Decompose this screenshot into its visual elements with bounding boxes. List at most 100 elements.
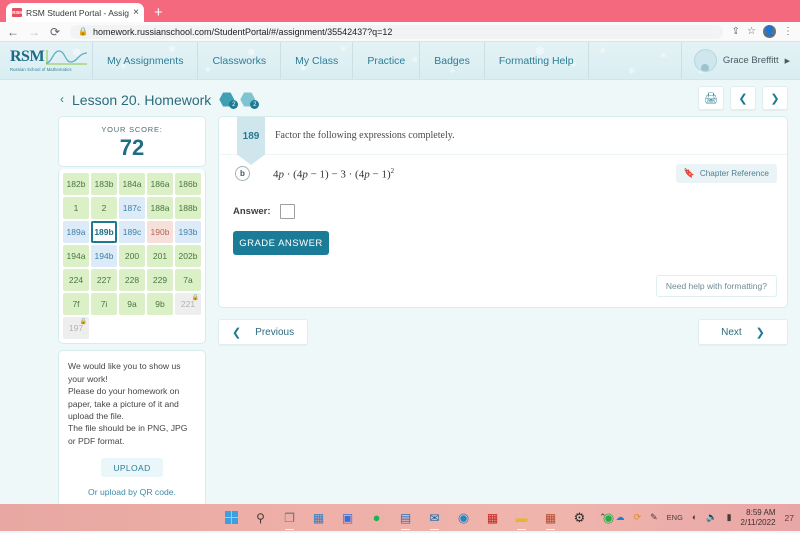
qr-upload-link[interactable]: Or upload by QR code. xyxy=(68,487,196,497)
battery-icon[interactable]: ▮ xyxy=(727,513,732,522)
nav-item-formatting-help[interactable]: Formatting Help xyxy=(483,42,588,79)
problem-cell-182b[interactable]: 182b xyxy=(63,173,89,196)
share-icon[interactable]: ⇪ xyxy=(732,26,740,37)
problem-cell-224[interactable]: 224 xyxy=(63,269,89,292)
close-icon[interactable]: × xyxy=(133,7,139,18)
user-menu[interactable]: Grace Breffitt ▶ xyxy=(680,42,800,79)
badge-icon-2[interactable]: 2 xyxy=(240,91,260,109)
pen-icon[interactable]: ✎ xyxy=(650,513,658,522)
problem-cell-227[interactable]: 227 xyxy=(91,269,117,292)
upload-instruction-line: The file should be in PNG, JPG or PDF fo… xyxy=(68,423,188,446)
problem-cell-184a[interactable]: 184a xyxy=(119,173,145,196)
problem-cell-190b[interactable]: 190b xyxy=(147,221,173,244)
problem-cell-7i[interactable]: 7i xyxy=(91,293,117,316)
problem-cell-193b[interactable]: 193b xyxy=(175,221,201,244)
problem-cell-188b[interactable]: 188b xyxy=(175,197,201,220)
problem-cell-189a[interactable]: 189a xyxy=(63,221,89,244)
upload-instruction-line: We would like you to show us your work! xyxy=(68,361,181,384)
problem-cell-187c[interactable]: 187c xyxy=(119,197,145,220)
problem-cell-200[interactable]: 200 xyxy=(119,245,145,268)
problem-cell-188a[interactable]: 188a xyxy=(147,197,173,220)
site-navigation: ❄ ❄ ❄ ❄ ❄ ❄ ❄ ❄ ❄ ❄ ❄ ❄ ❄ ❄ ❄ RSM Russia… xyxy=(0,42,800,80)
settings-icon[interactable]: ⚙ xyxy=(572,510,587,525)
bookmark-star-icon[interactable]: ☆ xyxy=(747,26,756,37)
problem-cell-label: 1 xyxy=(73,203,79,214)
problem-cell-202b[interactable]: 202b xyxy=(175,245,201,268)
problem-cell-189c[interactable]: 189c xyxy=(119,221,145,244)
problem-cell-label: 229 xyxy=(152,275,168,286)
onedrive-icon[interactable]: ☁ xyxy=(616,513,625,522)
problem-cell-1[interactable]: 1 xyxy=(63,197,89,220)
volume-icon[interactable]: 🔈 xyxy=(706,513,717,522)
problem-cell-9a[interactable]: 9a xyxy=(119,293,145,316)
browser-menu-icon[interactable]: ⋮ xyxy=(783,26,793,37)
previous-button[interactable]: ❮ Previous xyxy=(218,319,308,345)
problem-cell-label: 186b xyxy=(178,179,198,190)
reload-icon[interactable]: ⟳ xyxy=(49,26,61,38)
lesson-badges: 2 2 xyxy=(219,91,260,109)
problem-cell-229[interactable]: 229 xyxy=(147,269,173,292)
problem-cell-9b[interactable]: 9b xyxy=(147,293,173,316)
problem-cell-201[interactable]: 201 xyxy=(147,245,173,268)
adobe-acrobat-icon[interactable]: ▦ xyxy=(485,510,500,525)
edge-icon[interactable]: ◉ xyxy=(456,510,471,525)
browser-tab-strip: RSM RSM Student Portal - Assignment × + xyxy=(0,0,800,22)
formatting-help-button[interactable]: Need help with formatting? xyxy=(655,275,777,297)
forward-icon[interactable]: → xyxy=(28,26,40,38)
problem-cell-label: 189b xyxy=(94,227,114,238)
problem-cell-183b[interactable]: 183b xyxy=(91,173,117,196)
sync-icon[interactable]: ⟳ xyxy=(634,513,642,522)
problem-grid: 182b 183b 184a 186a 186b 1 2 187c 188a 188b 189a 18… xyxy=(58,169,206,345)
nav-item-badges[interactable]: Badges xyxy=(419,42,484,79)
problem-cell-label: 200 xyxy=(124,251,140,262)
prev-assignment-icon[interactable]: ❮ xyxy=(730,86,756,110)
address-bar[interactable]: 🔒 homework.russianschool.com/StudentPort… xyxy=(70,24,723,39)
language-indicator[interactable]: ENG xyxy=(667,514,683,522)
office-icon[interactable]: ▦ xyxy=(543,510,558,530)
file-explorer-icon[interactable]: ▬ xyxy=(514,510,529,530)
rsm-logo[interactable]: RSM Russian School of Mathematics xyxy=(0,42,92,79)
task-view-icon[interactable]: ❐ xyxy=(282,510,297,530)
problem-cell-194b[interactable]: 194b xyxy=(91,245,117,268)
browser-profile-avatar[interactable]: 👤 xyxy=(763,25,776,38)
print-icon[interactable]: 🖨 xyxy=(698,86,724,110)
problem-cell-189b[interactable]: 189b xyxy=(91,221,117,244)
score-label: YOUR SCORE: xyxy=(101,125,163,134)
upload-button[interactable]: UPLOAD xyxy=(101,458,163,478)
nav-item-practice[interactable]: Practice xyxy=(352,42,419,79)
spotify-icon[interactable]: ● xyxy=(369,510,384,525)
new-tab-icon[interactable]: + xyxy=(154,5,163,20)
notification-count[interactable]: 27 xyxy=(785,513,794,523)
widgets-icon[interactable]: ▦ xyxy=(311,510,326,525)
problem-cell-label: 194b xyxy=(94,251,114,262)
problem-cell-194a[interactable]: 194a xyxy=(63,245,89,268)
lesson-header: ‹ Lesson 20. Homework 2 2 🖨 ❮ ❯ xyxy=(0,80,800,116)
mail-icon[interactable]: ✉ xyxy=(427,510,442,530)
chapter-reference-button[interactable]: 🔖 Chapter Reference xyxy=(675,164,777,183)
nav-item-classworks[interactable]: Classworks xyxy=(197,42,280,79)
zoom-icon[interactable]: ▣ xyxy=(340,510,355,525)
problem-cell-2[interactable]: 2 xyxy=(91,197,117,220)
problem-cell-7f[interactable]: 7f xyxy=(63,293,89,316)
microsoft-store-icon[interactable]: ▤ xyxy=(398,510,413,530)
problem-cell-228[interactable]: 228 xyxy=(119,269,145,292)
back-chevron-icon[interactable]: ‹ xyxy=(60,92,64,106)
problem-cell-7a[interactable]: 7a xyxy=(175,269,201,292)
next-assignment-icon[interactable]: ❯ xyxy=(762,86,788,110)
nav-item-my-class[interactable]: My Class xyxy=(280,42,352,79)
start-icon[interactable] xyxy=(224,510,239,525)
nav-item-my-assignments[interactable]: My Assignments xyxy=(92,42,197,79)
answer-input[interactable] xyxy=(280,204,296,219)
next-button[interactable]: Next ❯ xyxy=(698,319,788,345)
problem-cell-186a[interactable]: 186a xyxy=(147,173,173,196)
browser-tab[interactable]: RSM RSM Student Portal - Assignment × xyxy=(6,3,144,22)
nav-spacer xyxy=(587,42,681,79)
grade-answer-button[interactable]: GRADE ANSWER xyxy=(233,231,329,255)
wifi-icon[interactable]: ◐ xyxy=(692,513,697,522)
search-icon[interactable]: ⚲ xyxy=(253,510,268,525)
tray-chevron-icon[interactable]: ⌃ xyxy=(599,513,607,522)
badge-icon-1[interactable]: 2 xyxy=(219,91,239,109)
back-icon[interactable]: ← xyxy=(7,26,19,38)
clock[interactable]: 8:59 AM 2/11/2022 xyxy=(741,508,776,528)
problem-cell-186b[interactable]: 186b xyxy=(175,173,201,196)
